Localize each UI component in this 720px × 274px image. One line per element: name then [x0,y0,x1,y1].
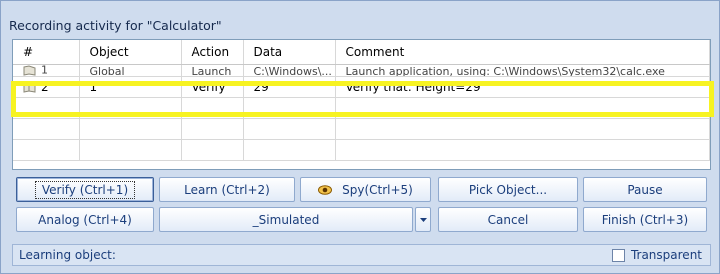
row-object-cell: Global [79,64,182,77]
eye-icon [318,184,333,195]
pause-button[interactable]: Pause [583,177,707,202]
step-icon [23,64,36,75]
grid-header-row: # Object Action Data Comment [13,40,710,65]
transparent-toggle[interactable]: Transparent [611,248,702,262]
table-row[interactable]: 2 1 Verify 29 Verify that: Height=29 [13,76,710,98]
simulated-dropdown-button[interactable] [415,207,431,232]
simulated-button[interactable]: _Simulated [159,207,413,232]
row-action-cell: Launch [181,64,244,77]
table-row [13,118,710,140]
chevron-down-icon [419,217,427,222]
row-action-cell: Verify [181,76,244,98]
row-comment-cell: Launch application, using: C:\Windows\Sy… [335,64,710,77]
column-header-data[interactable]: Data [243,40,336,65]
finish-button[interactable]: Finish (Ctrl+3) [583,207,707,232]
column-header-object[interactable]: Object [79,40,182,65]
transparent-label: Transparent [630,248,702,262]
spy-button[interactable]: Spy(Ctrl+5) [300,177,431,202]
column-header-comment[interactable]: Comment [335,40,710,65]
analog-button[interactable]: Analog (Ctrl+4) [16,207,154,232]
window-title: Recording activity for "Calculator" [9,18,222,33]
row-object-cell: 1 [79,76,182,98]
row-num-cell: 2 [13,76,80,98]
cancel-button[interactable]: Cancel [438,207,578,232]
status-bar: Learning object: Transparent [12,244,711,266]
learn-button[interactable]: Learn (Ctrl+2) [159,177,295,202]
step-icon [23,81,36,93]
table-row [13,139,710,161]
row-data-cell: C:\Windows\... [243,64,336,77]
transparent-checkbox[interactable] [611,248,625,262]
table-row[interactable]: 1 Global Launch C:\Windows\... Launch ap… [13,64,710,77]
status-label: Learning object: [19,248,116,262]
pick-object-button[interactable]: Pick Object... [438,177,578,202]
row-num-cell: 1 [13,64,80,77]
row-data-cell: 29 [243,76,336,98]
activity-grid[interactable]: # Object Action Data Comment 1 Global La… [12,39,711,170]
column-header-num[interactable]: # [13,40,80,65]
recording-window: Recording activity for "Calculator" # Ob… [0,0,720,274]
verify-button[interactable]: Verify (Ctrl+1) [16,177,154,202]
column-header-action[interactable]: Action [181,40,244,65]
row-comment-cell: Verify that: Height=29 [335,76,710,98]
table-row [13,97,710,119]
